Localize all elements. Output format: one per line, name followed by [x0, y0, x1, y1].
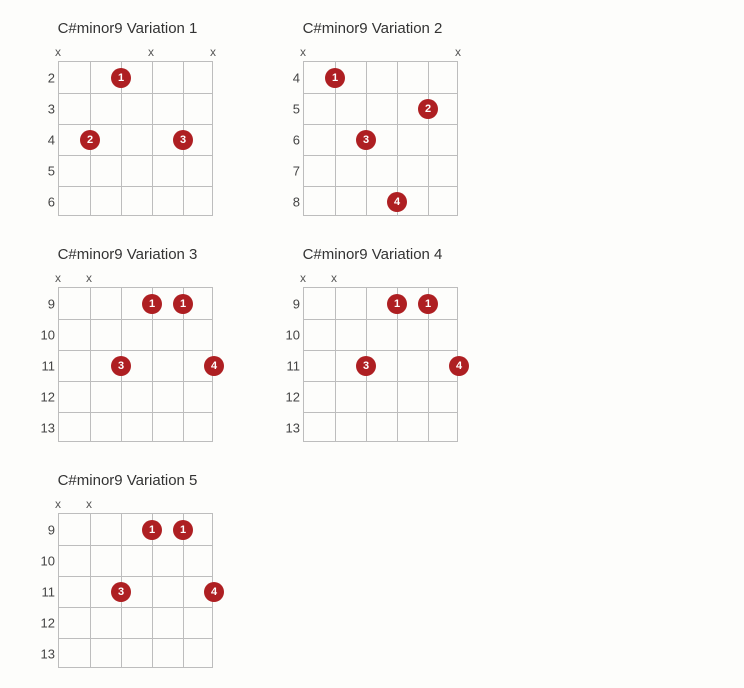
- finger-dot: 4: [204, 582, 224, 602]
- fret-number-label: 9: [280, 296, 300, 311]
- finger-dot: 3: [173, 130, 193, 150]
- fret-number-label: 6: [280, 132, 300, 147]
- mute-mark: x: [455, 45, 461, 59]
- fret-number-label: 6: [35, 194, 55, 209]
- mute-mark: x: [300, 271, 306, 285]
- fret-number-label: 5: [35, 163, 55, 178]
- fret-number-label: 12: [280, 389, 300, 404]
- finger-dot: 4: [204, 356, 224, 376]
- chord-title: C#minor9 Variation 2: [275, 20, 470, 37]
- finger-dot: 1: [173, 294, 193, 314]
- finger-dot: 3: [111, 356, 131, 376]
- mute-mark: x: [55, 45, 61, 59]
- fret-number-label: 4: [280, 70, 300, 85]
- fret-number-label: 10: [280, 327, 300, 342]
- fret-number-label: 2: [35, 70, 55, 85]
- mute-indicator-row: xxx: [58, 45, 225, 61]
- fret-number-label: 4: [35, 132, 55, 147]
- chord-title: C#minor9 Variation 1: [30, 20, 225, 37]
- fret-number-label: 11: [35, 584, 55, 599]
- mute-indicator-row: xx: [58, 271, 225, 287]
- fret-number-label: 9: [35, 296, 55, 311]
- finger-dot: 1: [387, 294, 407, 314]
- chord-title: C#minor9 Variation 4: [275, 246, 470, 263]
- mute-mark: x: [300, 45, 306, 59]
- finger-dot: 4: [449, 356, 469, 376]
- mute-mark: x: [331, 271, 337, 285]
- fret-number-label: 8: [280, 194, 300, 209]
- chord-diagram: C#minor9 Variation 3xx9101112131134: [30, 246, 225, 442]
- fret-number-label: 12: [35, 389, 55, 404]
- chord-diagram: C#minor9 Variation 4xx9101112131134: [275, 246, 470, 442]
- mute-indicator-row: xx: [303, 45, 470, 61]
- fretboard: 456781234: [303, 61, 458, 216]
- mute-mark: x: [148, 45, 154, 59]
- finger-dot: 1: [325, 68, 345, 88]
- fret-number-label: 3: [35, 101, 55, 116]
- finger-dot: 1: [418, 294, 438, 314]
- finger-dot: 4: [387, 192, 407, 212]
- finger-dot: 1: [142, 520, 162, 540]
- chord-diagram: C#minor9 Variation 2xx456781234: [275, 20, 470, 216]
- mute-mark: x: [55, 271, 61, 285]
- finger-dot: 3: [356, 130, 376, 150]
- finger-dot: 2: [80, 130, 100, 150]
- finger-dot: 1: [111, 68, 131, 88]
- fret-number-label: 7: [280, 163, 300, 178]
- chord-diagram: C#minor9 Variation 1xxx23456123: [30, 20, 225, 216]
- finger-dot: 1: [173, 520, 193, 540]
- mute-mark: x: [86, 271, 92, 285]
- fretboard: 9101112131134: [58, 513, 213, 668]
- fret-number-label: 13: [35, 420, 55, 435]
- finger-dot: 3: [356, 356, 376, 376]
- chord-title: C#minor9 Variation 3: [30, 246, 225, 263]
- fret-number-label: 5: [280, 101, 300, 116]
- fret-number-label: 12: [35, 615, 55, 630]
- mute-indicator-row: xx: [303, 271, 470, 287]
- chord-diagram: C#minor9 Variation 5xx9101112131134: [30, 472, 225, 668]
- fret-number-label: 9: [35, 522, 55, 537]
- fret-number-label: 13: [280, 420, 300, 435]
- fret-number-label: 11: [280, 358, 300, 373]
- finger-dot: 1: [142, 294, 162, 314]
- fret-number-label: 13: [35, 646, 55, 661]
- fretboard: 9101112131134: [58, 287, 213, 442]
- mute-mark: x: [86, 497, 92, 511]
- fret-number-label: 11: [35, 358, 55, 373]
- chord-title: C#minor9 Variation 5: [30, 472, 225, 489]
- mute-mark: x: [210, 45, 216, 59]
- fretboard: 23456123: [58, 61, 213, 216]
- finger-dot: 3: [111, 582, 131, 602]
- fretboard: 9101112131134: [303, 287, 458, 442]
- finger-dot: 2: [418, 99, 438, 119]
- mute-mark: x: [55, 497, 61, 511]
- mute-indicator-row: xx: [58, 497, 225, 513]
- fret-number-label: 10: [35, 327, 55, 342]
- fret-number-label: 10: [35, 553, 55, 568]
